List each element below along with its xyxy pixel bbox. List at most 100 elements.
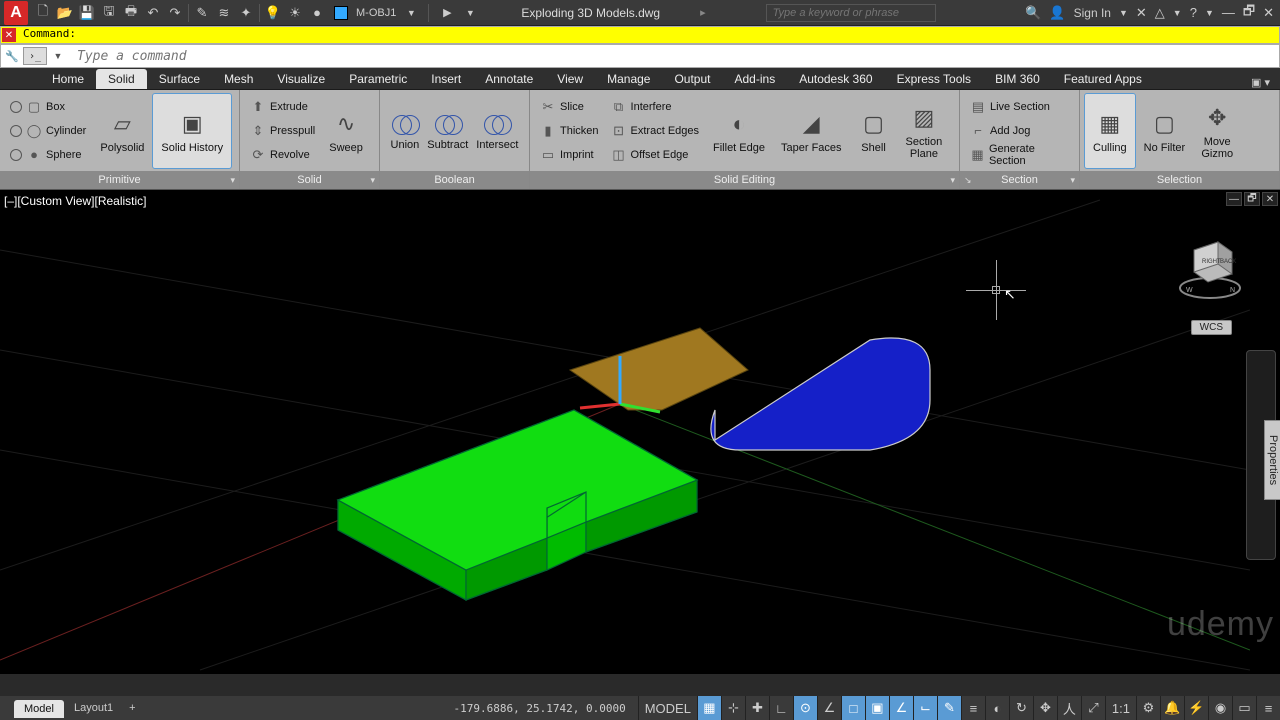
tab-addins[interactable]: Add-ins <box>723 69 788 89</box>
workspace-icon[interactable]: ⚙ <box>1136 696 1160 720</box>
batch-plot-icon[interactable]: ≋ <box>213 2 235 24</box>
clean-screen-icon[interactable]: ▭ <box>1232 696 1256 720</box>
revolve-button[interactable]: ⟳Revolve <box>248 144 317 166</box>
autoscale-icon[interactable]: ⤢ <box>1081 696 1105 720</box>
space-toggle[interactable]: MODEL <box>638 696 697 720</box>
tab-output[interactable]: Output <box>662 69 722 89</box>
isodraft-icon[interactable]: ∠ <box>817 696 841 720</box>
close-icon[interactable]: ✕ <box>1262 192 1278 206</box>
panel-expand-icon[interactable]: ▾ <box>230 175 235 186</box>
dropdown-icon[interactable]: ▼ <box>1205 8 1214 18</box>
search-input[interactable] <box>766 4 936 22</box>
tab-manage[interactable]: Manage <box>595 69 662 89</box>
extract-edges-button[interactable]: ⊡Extract Edges <box>609 120 701 142</box>
print-icon[interactable]: 🖶 <box>120 2 142 24</box>
ortho-toggle-icon[interactable]: ∟ <box>769 696 793 720</box>
selection-cycling-icon[interactable]: ↻ <box>1009 696 1033 720</box>
tab-mesh[interactable]: Mesh <box>212 69 265 89</box>
box-button[interactable]: ▢Box <box>8 96 88 118</box>
add-layout-button[interactable]: + <box>123 699 141 717</box>
light-icon[interactable]: 💡 <box>262 2 284 24</box>
no-filter-button[interactable]: ▢No Filter <box>1136 93 1194 169</box>
dropdown-icon[interactable]: ▼ <box>1119 8 1128 18</box>
tab-view[interactable]: View <box>545 69 595 89</box>
cursor-coordinates[interactable]: -179.6886, 25.1742, 0.0000 <box>442 702 638 715</box>
ribbon-toggle-icon[interactable]: ▣ ▾ <box>1251 76 1280 89</box>
undo-icon[interactable]: ↶ <box>142 2 164 24</box>
annotation-monitor-icon[interactable]: 🔔 <box>1160 696 1184 720</box>
subtract-button[interactable]: Subtract <box>423 93 472 169</box>
interfere-button[interactable]: ⧉Interfere <box>609 96 701 118</box>
solid-history-button[interactable]: ▣Solid History <box>152 93 232 169</box>
exchange-icon[interactable]: ✕ <box>1136 5 1147 21</box>
current-layer-name[interactable]: M-OBJ1 <box>352 6 400 20</box>
app-logo[interactable]: A <box>4 1 28 25</box>
3dosnap-icon[interactable]: ▣ <box>865 696 889 720</box>
dynamic-input-icon[interactable]: ✎ <box>937 696 961 720</box>
live-section-button[interactable]: ▤Live Section <box>968 96 1071 118</box>
taper-faces-button[interactable]: ◢Taper Faces <box>773 93 850 169</box>
panel-title[interactable]: Section▾↘ <box>960 171 1079 189</box>
chevron-right-icon[interactable]: ▸ <box>700 6 706 19</box>
isolate-objects-icon[interactable]: ◉ <box>1208 696 1232 720</box>
annotation-visibility-icon[interactable]: 人 <box>1057 696 1081 720</box>
polar-toggle-icon[interactable]: ⊙ <box>793 696 817 720</box>
material-icon[interactable]: ● <box>306 2 328 24</box>
open-icon[interactable]: 📂 <box>54 2 76 24</box>
sweep-button[interactable]: ∿Sweep <box>321 93 371 169</box>
transparency-icon[interactable]: ◐ <box>985 696 1009 720</box>
sun-icon[interactable]: ☀ <box>284 2 306 24</box>
tab-model[interactable]: Model <box>14 700 64 718</box>
tab-bim360[interactable]: BIM 360 <box>983 69 1052 89</box>
panel-title[interactable]: Solid▾ <box>240 171 379 189</box>
add-jog-button[interactable]: ⌐Add Jog <box>968 120 1071 142</box>
panel-title[interactable]: Solid Editing▾ <box>530 171 959 189</box>
help-icon[interactable]: ? <box>1190 5 1197 20</box>
panel-expand-icon[interactable]: ▾ <box>370 175 375 186</box>
run-script-icon[interactable]: ▶ <box>435 6 459 19</box>
intersect-button[interactable]: Intersect <box>472 93 522 169</box>
tab-expresstools[interactable]: Express Tools <box>885 69 983 89</box>
osnap-toggle-icon[interactable]: □ <box>841 696 865 720</box>
tab-visualize[interactable]: Visualize <box>265 69 337 89</box>
grid-toggle-icon[interactable]: ▦ <box>697 696 721 720</box>
union-button[interactable]: Union <box>387 93 424 169</box>
viewcube[interactable]: RIGHT BACK W N <box>1174 230 1246 302</box>
presspull-button[interactable]: ⇕Presspull <box>248 120 317 142</box>
snap-toggle-icon[interactable]: ⊹ <box>721 696 745 720</box>
otrack-icon[interactable]: ∠ <box>889 696 913 720</box>
fillet-edge-button[interactable]: ◐Fillet Edge <box>705 93 773 169</box>
annotation-scale[interactable]: 1:1 <box>1105 696 1136 720</box>
hardware-accel-icon[interactable]: ⚡ <box>1184 696 1208 720</box>
properties-palette-tab[interactable]: Properties <box>1264 420 1280 500</box>
dropdown-icon[interactable]: ▼ <box>1173 8 1182 18</box>
cloud-icon[interactable]: △ <box>1155 5 1165 21</box>
customize-statusbar-icon[interactable]: ≡ <box>1256 696 1280 720</box>
panel-expand-icon[interactable]: ▾ <box>950 175 955 186</box>
generate-section-button[interactable]: ▦Generate Section <box>968 144 1071 166</box>
cylinder-button[interactable]: ◯Cylinder <box>8 120 88 142</box>
move-gizmo-button[interactable]: ✥Move Gizmo <box>1193 93 1241 169</box>
saveas-icon[interactable]: 🖫 <box>98 2 120 24</box>
redo-icon[interactable]: ↷ <box>164 2 186 24</box>
tab-annotate[interactable]: Annotate <box>473 69 545 89</box>
polysolid-button[interactable]: ▱Polysolid <box>92 93 152 169</box>
tab-layout1[interactable]: Layout1 <box>64 699 123 717</box>
offset-edge-button[interactable]: ◫Offset Edge <box>609 144 701 166</box>
tab-home[interactable]: Home <box>40 69 96 89</box>
lineweight-icon[interactable]: ≡ <box>961 696 985 720</box>
signin-button[interactable]: Sign In <box>1074 6 1111 20</box>
save-icon[interactable]: 💾 <box>76 2 98 24</box>
tab-surface[interactable]: Surface <box>147 69 212 89</box>
gizmo-icon[interactable]: ✥ <box>1033 696 1057 720</box>
dropdown-icon[interactable]: ▼ <box>400 2 422 24</box>
layer-color-swatch[interactable] <box>334 6 348 20</box>
wcs-badge[interactable]: WCS <box>1191 320 1232 335</box>
thicken-button[interactable]: ▮Thicken <box>538 120 601 142</box>
close-macro-icon[interactable]: ✕ <box>2 28 16 42</box>
imprint-button[interactable]: ▭Imprint <box>538 144 601 166</box>
section-plane-button[interactable]: ▨Section Plane <box>898 93 951 169</box>
panel-expand-icon[interactable]: ▾ <box>1070 175 1075 186</box>
infocenter-icon[interactable]: 🔍 <box>1025 5 1041 21</box>
dynamic-ucs-icon[interactable]: ⌙ <box>913 696 937 720</box>
